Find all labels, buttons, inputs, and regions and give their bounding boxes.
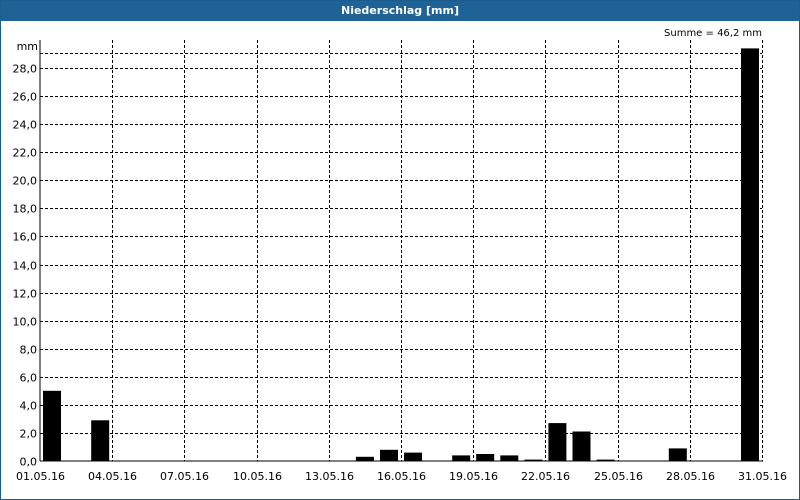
bar (548, 423, 567, 461)
bar (476, 454, 495, 461)
y-tick-label: 0,0 (20, 456, 38, 469)
x-tick-label: 13.05.16 (305, 470, 354, 483)
bar (43, 390, 61, 461)
x-tick-label: 07.05.16 (160, 470, 209, 483)
y-tick-label: 4,0 (20, 400, 38, 413)
x-tick-label: 16.05.16 (377, 470, 426, 483)
y-tick-label: 26,0 (13, 91, 38, 104)
y-tick-label: 20,0 (13, 175, 38, 188)
bar (572, 431, 591, 461)
y-tick-label: 2,0 (20, 428, 38, 441)
y-tick-label: 10,0 (13, 316, 38, 329)
y-tick-label: 14,0 (13, 260, 38, 273)
bar (404, 452, 422, 461)
precipitation-chart: 0,0 2,0 4,0 6,0 8,0 10,0 12,0 14,0 16,0 18,0 20,0 2… (13, 28, 787, 483)
bar (452, 455, 471, 461)
y-tick-label: 8,0 (20, 344, 38, 357)
bar (668, 448, 687, 461)
x-tick-label: 19.05.16 (449, 470, 498, 483)
bar (741, 48, 759, 462)
bar (380, 449, 398, 461)
x-tick-label: 28.05.16 (666, 470, 715, 483)
bar (355, 456, 374, 461)
y-tick-label: 28,0 (13, 63, 38, 76)
bar (91, 420, 110, 461)
y-unit-label: mm (17, 40, 38, 53)
x-tick-label: 22.05.16 (521, 470, 570, 483)
y-tick-label: 12,0 (13, 288, 38, 301)
x-tick-label: 25.05.16 (594, 470, 643, 483)
y-tick-label: 18,0 (13, 203, 38, 216)
bar (500, 455, 519, 461)
x-tick-label: 10.05.16 (233, 470, 282, 483)
y-tick-label: 6,0 (20, 372, 38, 385)
sum-label: Summe = 46,2 mm (664, 28, 762, 39)
grid (40, 40, 763, 461)
x-tick-label: 04.05.16 (88, 470, 137, 483)
y-tick-label: 16,0 (13, 231, 38, 244)
x-tick-label: 01.05.16 (16, 470, 65, 483)
x-tick-labels: 01.05.16 04.05.16 07.05.16 10.05.16 13.05.16… (16, 470, 787, 483)
y-tick-label: 24,0 (13, 119, 38, 132)
y-tick-label: 22,0 (13, 147, 38, 160)
x-tick-label: 31.05.16 (738, 470, 787, 483)
y-tick-labels: 0,0 2,0 4,0 6,0 8,0 10,0 12,0 14,0 16,0 18,0 20,0 2… (13, 63, 38, 469)
